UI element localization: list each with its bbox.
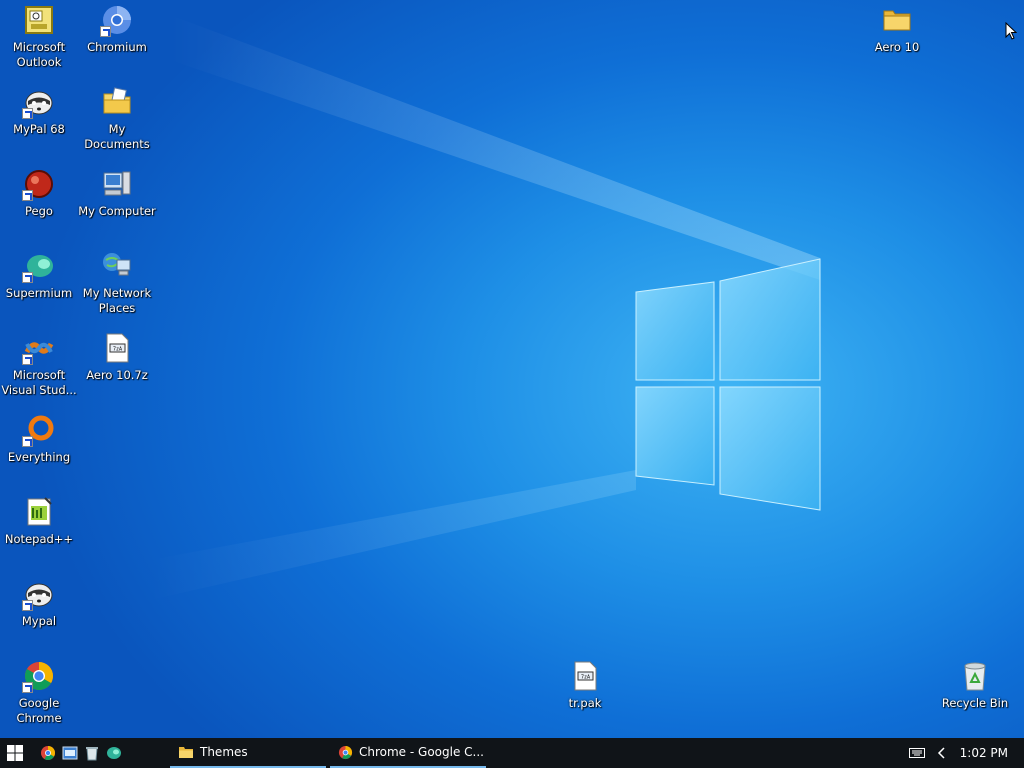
archive-file-icon: 7zA <box>106 333 129 363</box>
desktop-icon-label: My Documents <box>84 122 150 151</box>
keyboard-icon[interactable] <box>904 738 930 768</box>
network-places-icon <box>103 253 131 276</box>
supermium-icon[interactable] <box>106 745 122 761</box>
desktop-icon-my-documents[interactable]: My Documents <box>78 84 156 152</box>
notepadpp-icon <box>27 497 52 526</box>
folder-icon <box>179 747 193 758</box>
desktop-icon-label: Chromium <box>87 40 147 54</box>
desktop-icon-everything[interactable]: Everything <box>0 412 78 465</box>
recycle-bin-icon <box>964 662 986 691</box>
shortcut-arrow-icon <box>22 354 33 365</box>
chrome-icon[interactable] <box>40 745 56 761</box>
desktop-icon-label: Aero 10.7z <box>86 368 148 382</box>
desktop-icon-tr-pak[interactable]: 7zA tr.pak <box>546 658 624 711</box>
desktop-icon-label: Mypal <box>21 614 57 628</box>
desktop-icon-label: My Computer <box>78 204 156 218</box>
quick-launch <box>40 738 122 768</box>
recycle-bin-icon[interactable] <box>84 745 100 761</box>
desktop-icon-label: tr.pak <box>568 696 602 710</box>
taskbar-item-chrome[interactable]: Chrome - Google C... <box>330 738 486 768</box>
desktop-icon-mypal68[interactable]: MyPal 68 <box>0 84 78 137</box>
desktop-icon-supermium[interactable]: Supermium <box>0 248 78 301</box>
desktop-icon-outlook[interactable]: Microsoft Outlook <box>0 2 78 70</box>
mouse-cursor-icon <box>1005 22 1017 40</box>
desktop-icon-my-computer[interactable]: My Computer <box>78 166 156 219</box>
desktop-icon-recycle-bin[interactable]: Recycle Bin <box>936 658 1014 711</box>
my-documents-icon <box>103 87 131 114</box>
desktop-icon-label: My Network Places <box>82 286 152 315</box>
desktop-icon-google-chrome[interactable]: Google Chrome <box>0 658 78 726</box>
desktop-icon-visual-studio[interactable]: Microsoft Visual Stud... <box>0 330 78 398</box>
taskbar-item-label: Chrome - Google C... <box>359 745 484 759</box>
desktop-icon-label: Pego <box>25 204 53 218</box>
system-tray: 1:02 PM <box>904 738 1024 768</box>
svg-text:7zA: 7zA <box>581 674 590 680</box>
show-hidden-icons-chevron-icon[interactable] <box>930 738 952 768</box>
taskbar-clock[interactable]: 1:02 PM <box>952 746 1024 760</box>
desktop-icon-label: Everything <box>7 450 71 464</box>
desktop-icon-label: Notepad++ <box>4 532 74 546</box>
outlook-icon <box>25 6 53 34</box>
desktop-icon-label: MyPal 68 <box>13 122 65 136</box>
desktop-icon-chromium[interactable]: Chromium <box>78 2 156 55</box>
shortcut-arrow-icon <box>100 26 111 37</box>
folder-icon <box>883 10 911 31</box>
start-button[interactable] <box>0 738 30 768</box>
desktop-icon-mypal[interactable]: Mypal <box>0 576 78 629</box>
show-desktop-icon[interactable] <box>62 745 78 761</box>
windows-logo-icon <box>7 745 23 761</box>
taskbar-item-themes[interactable]: Themes <box>170 738 326 768</box>
shortcut-arrow-icon <box>22 600 33 611</box>
desktop-icon-aero10-folder[interactable]: Aero 10 <box>858 2 936 55</box>
desktop-icon-label: Google Chrome <box>16 696 62 725</box>
taskbar-item-label: Themes <box>200 745 248 759</box>
desktop-icon-label: Microsoft Outlook <box>12 40 66 69</box>
chrome-icon <box>338 745 353 759</box>
desktop-icon-label: Microsoft Visual Stud... <box>1 368 77 397</box>
shortcut-arrow-icon <box>22 190 33 201</box>
shortcut-arrow-icon <box>22 436 33 447</box>
desktop-icon-aero-7z[interactable]: 7zA Aero 10.7z <box>78 330 156 383</box>
desktop-icon-notepadpp[interactable]: Notepad++ <box>0 494 78 547</box>
svg-text:7zA: 7zA <box>113 346 122 352</box>
desktop-icon-label: Recycle Bin <box>941 696 1009 710</box>
desktop-icon-network-places[interactable]: My Network Places <box>78 248 156 316</box>
shortcut-arrow-icon <box>22 108 33 119</box>
desktop-icon-label: Aero 10 <box>874 40 920 54</box>
taskbar: Themes Chrome - Google C... 1:02 PM <box>0 738 1024 768</box>
desktop-icon-label: Supermium <box>5 286 73 300</box>
generic-file-icon: 7zA <box>574 661 597 691</box>
desktop-icon-pego[interactable]: Pego <box>0 166 78 219</box>
my-computer-icon <box>103 171 131 196</box>
shortcut-arrow-icon <box>22 272 33 283</box>
shortcut-arrow-icon <box>22 682 33 693</box>
